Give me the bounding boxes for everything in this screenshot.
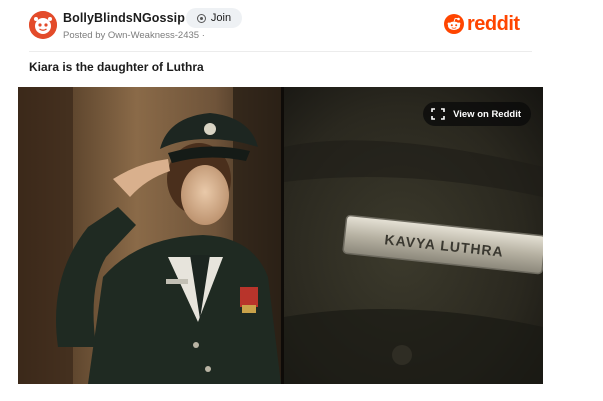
join-circle-icon bbox=[196, 13, 206, 23]
card-footer-strip bbox=[18, 384, 543, 401]
reddit-embed-card: BollyBlindsNGossip Posted by Own-Weaknes… bbox=[18, 0, 543, 401]
post-title[interactable]: Kiara is the daughter of Luthra bbox=[29, 60, 204, 74]
nameplate-closeup-image: KAVYA LUTHRA bbox=[284, 87, 543, 384]
subreddit-name[interactable]: BollyBlindsNGossip bbox=[63, 11, 185, 25]
join-label: Join bbox=[210, 12, 232, 24]
subreddit-avatar-icon[interactable] bbox=[29, 11, 57, 39]
header-divider bbox=[29, 51, 532, 52]
view-on-reddit-label: View on Reddit bbox=[453, 108, 521, 120]
post-header: BollyBlindsNGossip Posted by Own-Weaknes… bbox=[18, 0, 543, 50]
post-media[interactable]: KAVYA LUTHRA View on Reddit bbox=[18, 87, 543, 384]
posted-by-text: Posted by Own-Weakness-2435 · bbox=[63, 30, 205, 41]
reddit-wordmark: reddit bbox=[467, 13, 520, 35]
officer-saluting-image bbox=[18, 87, 281, 384]
reddit-logo[interactable]: reddit bbox=[444, 13, 520, 35]
reddit-alien-icon bbox=[444, 14, 464, 34]
expand-corners-icon bbox=[431, 108, 445, 120]
view-on-reddit-button[interactable]: View on Reddit bbox=[423, 102, 531, 126]
join-button[interactable]: Join bbox=[186, 8, 242, 28]
